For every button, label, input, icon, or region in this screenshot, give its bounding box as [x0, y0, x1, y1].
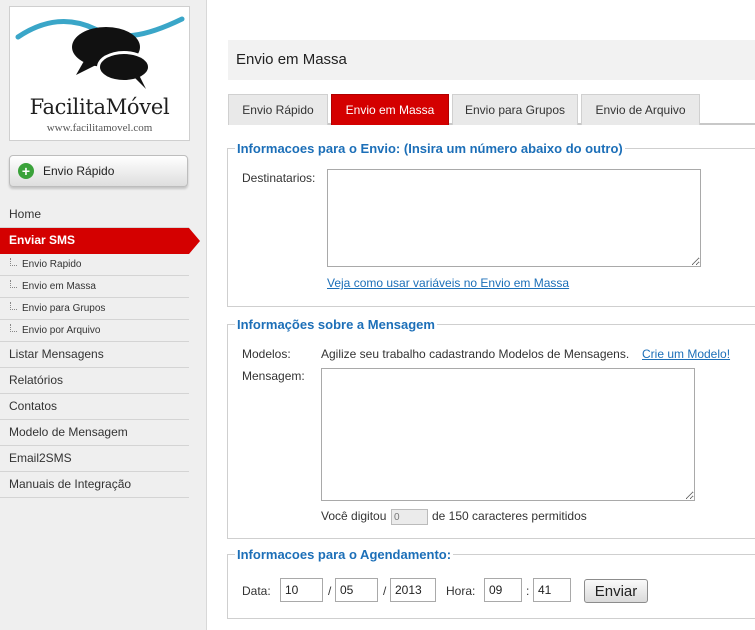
tree-branch-icon — [10, 324, 17, 332]
sidebar-nav: Home Enviar SMS Envio Rapido Envio em Massa… — [0, 202, 200, 498]
sidebar-item-label: Enviar SMS — [9, 233, 76, 247]
sidebar-item-home[interactable]: Home — [0, 202, 189, 228]
tab-envio-para-grupos[interactable]: Envio para Grupos — [452, 94, 578, 125]
time-label: Hora: — [446, 584, 476, 598]
logo[interactable]: FacilitaMóvel www.facilitamovel.com — [9, 6, 190, 141]
speech-bubbles-logo-icon — [15, 16, 185, 89]
logo-url: www.facilitamovel.com — [46, 122, 153, 134]
sidebar-item-label: Home — [9, 207, 42, 221]
destinatarios-label: Destinatarios: — [242, 171, 316, 185]
sidebar-item-label: Envio para Grupos — [22, 303, 106, 314]
agendamento-section: Informacoes para o Agendamento: Data: / … — [227, 547, 755, 619]
sidebar-item-modelo-de-mensagem[interactable]: Modelo de Mensagem — [0, 420, 189, 446]
sidebar-item-label: Envio em Massa — [22, 281, 96, 292]
envio-section-title: Informacoes para o Envio: (Insira um núm… — [237, 141, 623, 156]
sidebar-item-email2sms[interactable]: Email2SMS — [0, 446, 189, 472]
tab-envio-de-arquivo[interactable]: Envio de Arquivo — [581, 94, 700, 125]
sidebar-item-label: Envio Rapido — [22, 259, 82, 270]
date-separator-1: / — [328, 584, 332, 598]
date-label: Data: — [242, 584, 271, 598]
sidebar-subitem-envio-para-grupos[interactable]: Envio para Grupos — [0, 298, 189, 320]
sidebar-subitem-envio-por-arquivo[interactable]: Envio por Arquivo — [0, 320, 189, 342]
tab-envio-em-massa[interactable]: Envio em Massa — [331, 94, 449, 125]
quick-send-label: Envio Rápido — [43, 164, 115, 178]
sidebar-item-label: Email2SMS — [9, 451, 72, 465]
year-input[interactable] — [390, 578, 436, 602]
sidebar-item-label: Relatórios — [9, 373, 64, 387]
destinatarios-textarea[interactable] — [327, 169, 701, 267]
tab-envio-rapido[interactable]: Envio Rápido — [228, 94, 328, 125]
envio-section: Informacoes para o Envio: (Insira um núm… — [227, 141, 755, 307]
char-counter-suffix: de 150 caracteres permitidos — [432, 509, 587, 523]
sidebar-item-relatorios[interactable]: Relatórios — [0, 368, 189, 394]
month-input[interactable] — [335, 578, 378, 602]
mensagem-label: Mensagem: — [242, 369, 305, 383]
modelos-description: Agilize seu trabalho cadastrando Modelos… — [321, 347, 630, 361]
create-template-link[interactable]: Crie um Modelo! — [642, 347, 730, 361]
modelos-label: Modelos: — [242, 347, 291, 361]
variables-help-link[interactable]: Veja como usar variáveis no Envio em Mas… — [327, 276, 569, 290]
logo-wordmark: FacilitaMóvel — [29, 95, 170, 119]
sidebar-item-label: Listar Mensagens — [9, 347, 104, 361]
tab-bar: Envio Rápido Envio em Massa Envio para G… — [228, 94, 755, 125]
sidebar-subitem-envio-rapido[interactable]: Envio Rapido — [0, 254, 189, 276]
sidebar-item-enviar-sms[interactable]: Enviar SMS — [0, 228, 200, 254]
sidebar-item-contatos[interactable]: Contatos — [0, 394, 189, 420]
send-button[interactable]: Enviar — [584, 579, 648, 603]
char-counter-field — [391, 509, 428, 525]
date-separator-2: / — [383, 584, 387, 598]
plus-circle-icon: + — [18, 163, 34, 179]
page-header: Envio em Massa — [228, 40, 755, 80]
quick-send-button[interactable]: + Envio Rápido — [9, 155, 188, 187]
minute-input[interactable] — [533, 578, 571, 602]
time-separator: : — [526, 584, 530, 598]
mensagem-section: Informações sobre a Mensagem Modelos: Ag… — [227, 317, 755, 539]
tree-branch-icon — [10, 302, 17, 310]
sidebar-item-label: Modelo de Mensagem — [9, 425, 128, 439]
sidebar-item-label: Contatos — [9, 399, 58, 413]
mensagem-textarea[interactable] — [321, 368, 695, 501]
sidebar-subitem-envio-em-massa[interactable]: Envio em Massa — [0, 276, 189, 298]
hour-input[interactable] — [484, 578, 522, 602]
tree-branch-icon — [10, 280, 17, 288]
tree-branch-icon — [10, 258, 17, 266]
sidebar-item-label: Envio por Arquivo — [22, 325, 101, 336]
main-content: Envio em Massa Envio Rápido Envio em Mas… — [206, 0, 755, 630]
page-title: Envio em Massa — [236, 51, 347, 68]
char-counter-prefix: Você digitou — [321, 509, 387, 523]
agendamento-section-title: Informacoes para o Agendamento: — [237, 547, 452, 562]
sidebar-item-manuais-de-integracao[interactable]: Manuais de Integração — [0, 472, 189, 498]
sidebar-item-label: Manuais de Integração — [9, 477, 132, 491]
mensagem-section-title: Informações sobre a Mensagem — [237, 317, 435, 332]
day-input[interactable] — [280, 578, 323, 602]
sidebar-item-listar-mensagens[interactable]: Listar Mensagens — [0, 342, 189, 368]
sidebar: FacilitaMóvel www.facilitamovel.com + En… — [0, 0, 200, 630]
